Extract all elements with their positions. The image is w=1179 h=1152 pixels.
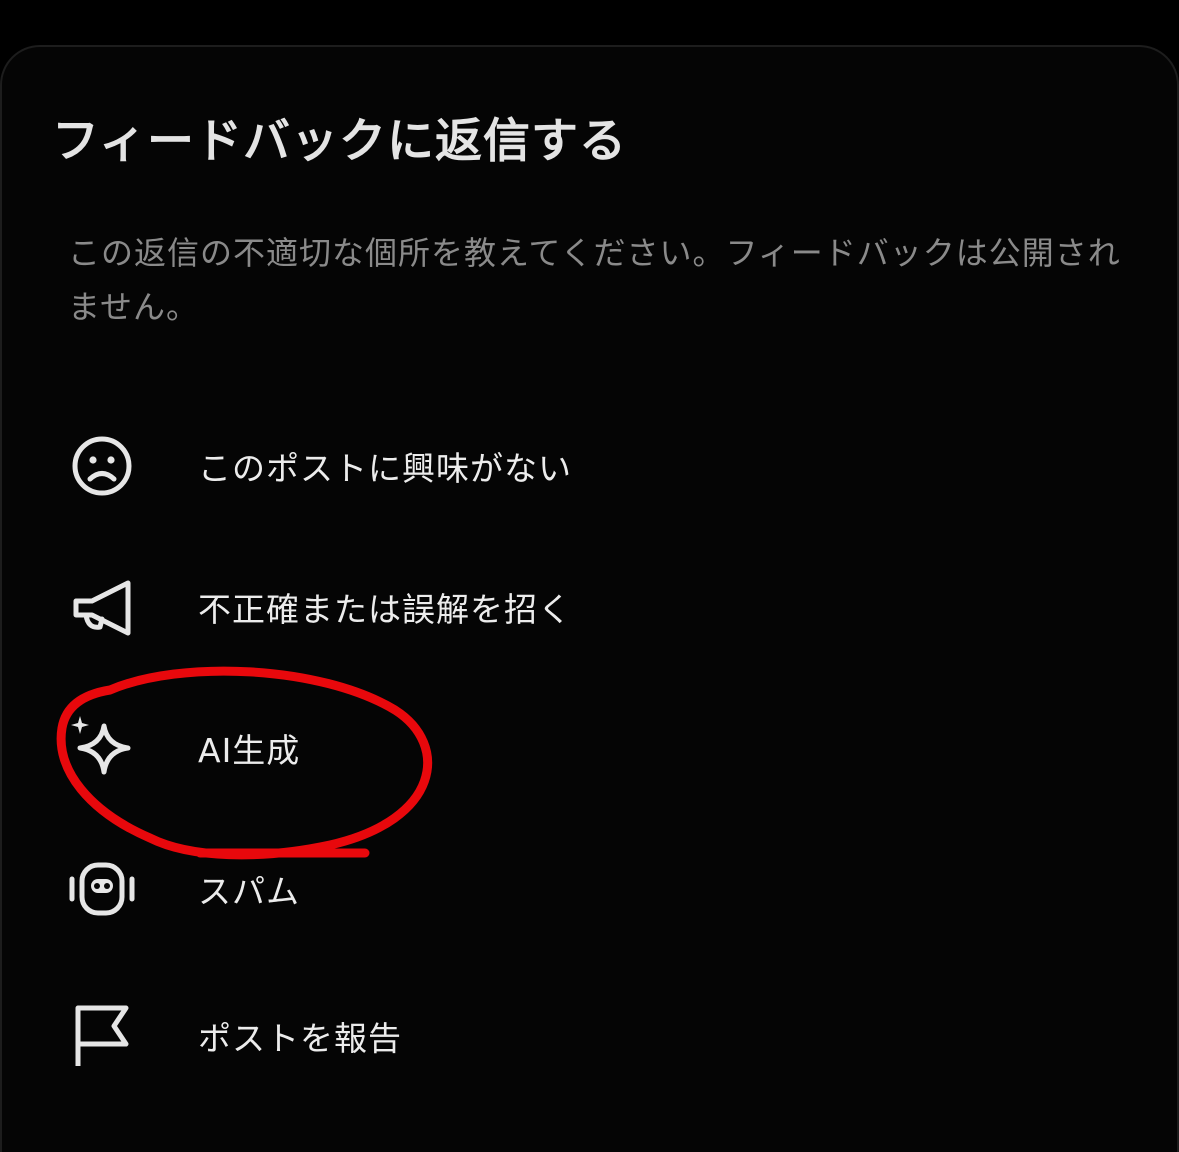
option-label: ポストを報告 <box>198 1019 402 1058</box>
option-ai-generated[interactable]: AI生成 <box>0 688 1179 808</box>
dialog-description: この返信の不適切な個所を教えてください。フィードバックは公開されません。 <box>68 234 1121 326</box>
option-not-interested[interactable]: このポストに興味がない <box>0 406 1179 526</box>
dialog-title: フィードバックに返信する <box>52 114 628 169</box>
screen: フィードバックに返信する この返信の不適切な個所を教えてください。フィードバック… <box>0 0 1179 1152</box>
sad-face-icon <box>66 430 138 502</box>
option-report-post[interactable]: ポストを報告 <box>0 976 1179 1096</box>
option-misleading[interactable]: 不正確または誤解を招く <box>0 547 1179 667</box>
sparkle-icon <box>66 712 138 784</box>
option-label: AI生成 <box>198 731 301 770</box>
option-label: 不正確または誤解を招く <box>198 590 572 629</box>
megaphone-icon <box>66 571 138 643</box>
option-spam[interactable]: スパム <box>0 829 1179 949</box>
option-label: このポストに興味がない <box>198 449 572 488</box>
robot-icon <box>66 853 138 925</box>
flag-icon <box>66 1000 138 1072</box>
option-label: スパム <box>198 872 300 911</box>
